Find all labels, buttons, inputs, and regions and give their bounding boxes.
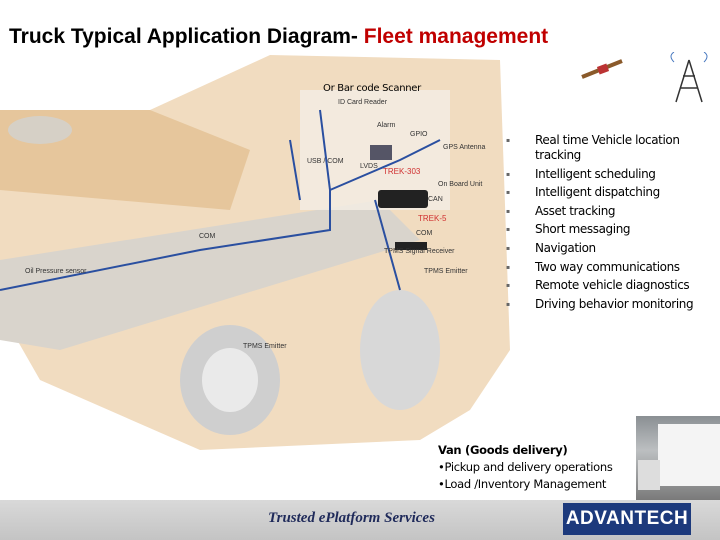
truck-diagram-illustration [0,55,510,450]
label-id-card-reader: ID Card Reader [338,99,388,106]
label-gps-antenna: GPS Antenna [443,144,486,151]
label-lvds: LVDS [360,163,378,170]
barcode-scanner-label: Or Bar code Scanner [323,83,421,94]
van-section: Van (Goods delivery) •Pickup and deliver… [438,442,613,493]
feature-item: Real time Vehicle location tracking [506,133,711,163]
feature-item: Short messaging [506,222,711,237]
label-tpms-emitter: TPMS Emitter [424,268,468,275]
van-heading: Van (Goods delivery) [438,443,568,457]
feature-item: Navigation [506,241,711,256]
van-item: •Pickup and delivery operations [438,460,613,474]
satellite-icon [581,59,623,79]
label-on-board-unit: On Board Unit [438,181,483,188]
label-usb-com: USB / COM [307,158,344,165]
van-photo [636,416,720,502]
footer-tagline: Trusted ePlatform Services [268,510,435,526]
feature-item: Intelligent dispatching [506,185,711,200]
label-gpio: GPIO [410,131,428,138]
title-accent: Fleet management [363,25,549,48]
feature-list: Real time Vehicle location tracking Inte… [506,133,711,315]
label-oil-pressure-sensor: Oil Pressure sensor [25,268,87,275]
feature-item: Intelligent scheduling [506,167,711,182]
label-tpms-emitter-2: TPMS Emitter [243,343,287,350]
label-trek-303: TREK-303 [383,167,421,176]
antenna-tower-icon [670,52,708,103]
label-alarm: Alarm [377,122,396,129]
feature-item: Remote vehicle diagnostics [506,278,711,293]
feature-item: Driving behavior monitoring [506,297,711,312]
advantech-logo: ADVANTECH [563,503,691,535]
feature-item: Asset tracking [506,204,711,219]
van-item: •Load /Inventory Management [438,477,607,491]
feature-item: Two way communications [506,260,711,275]
title-main: Truck Typical Application Diagram- [9,25,364,48]
page-title: Truck Typical Application Diagram- Fleet… [9,25,548,49]
label-com-2: COM [199,233,216,240]
label-can: CAN [428,196,443,203]
label-trek-5: TREK-5 [418,214,447,223]
label-tpms-signal-receiver: TPMS Signal Receiver [384,248,455,255]
label-com: COM [416,230,433,237]
